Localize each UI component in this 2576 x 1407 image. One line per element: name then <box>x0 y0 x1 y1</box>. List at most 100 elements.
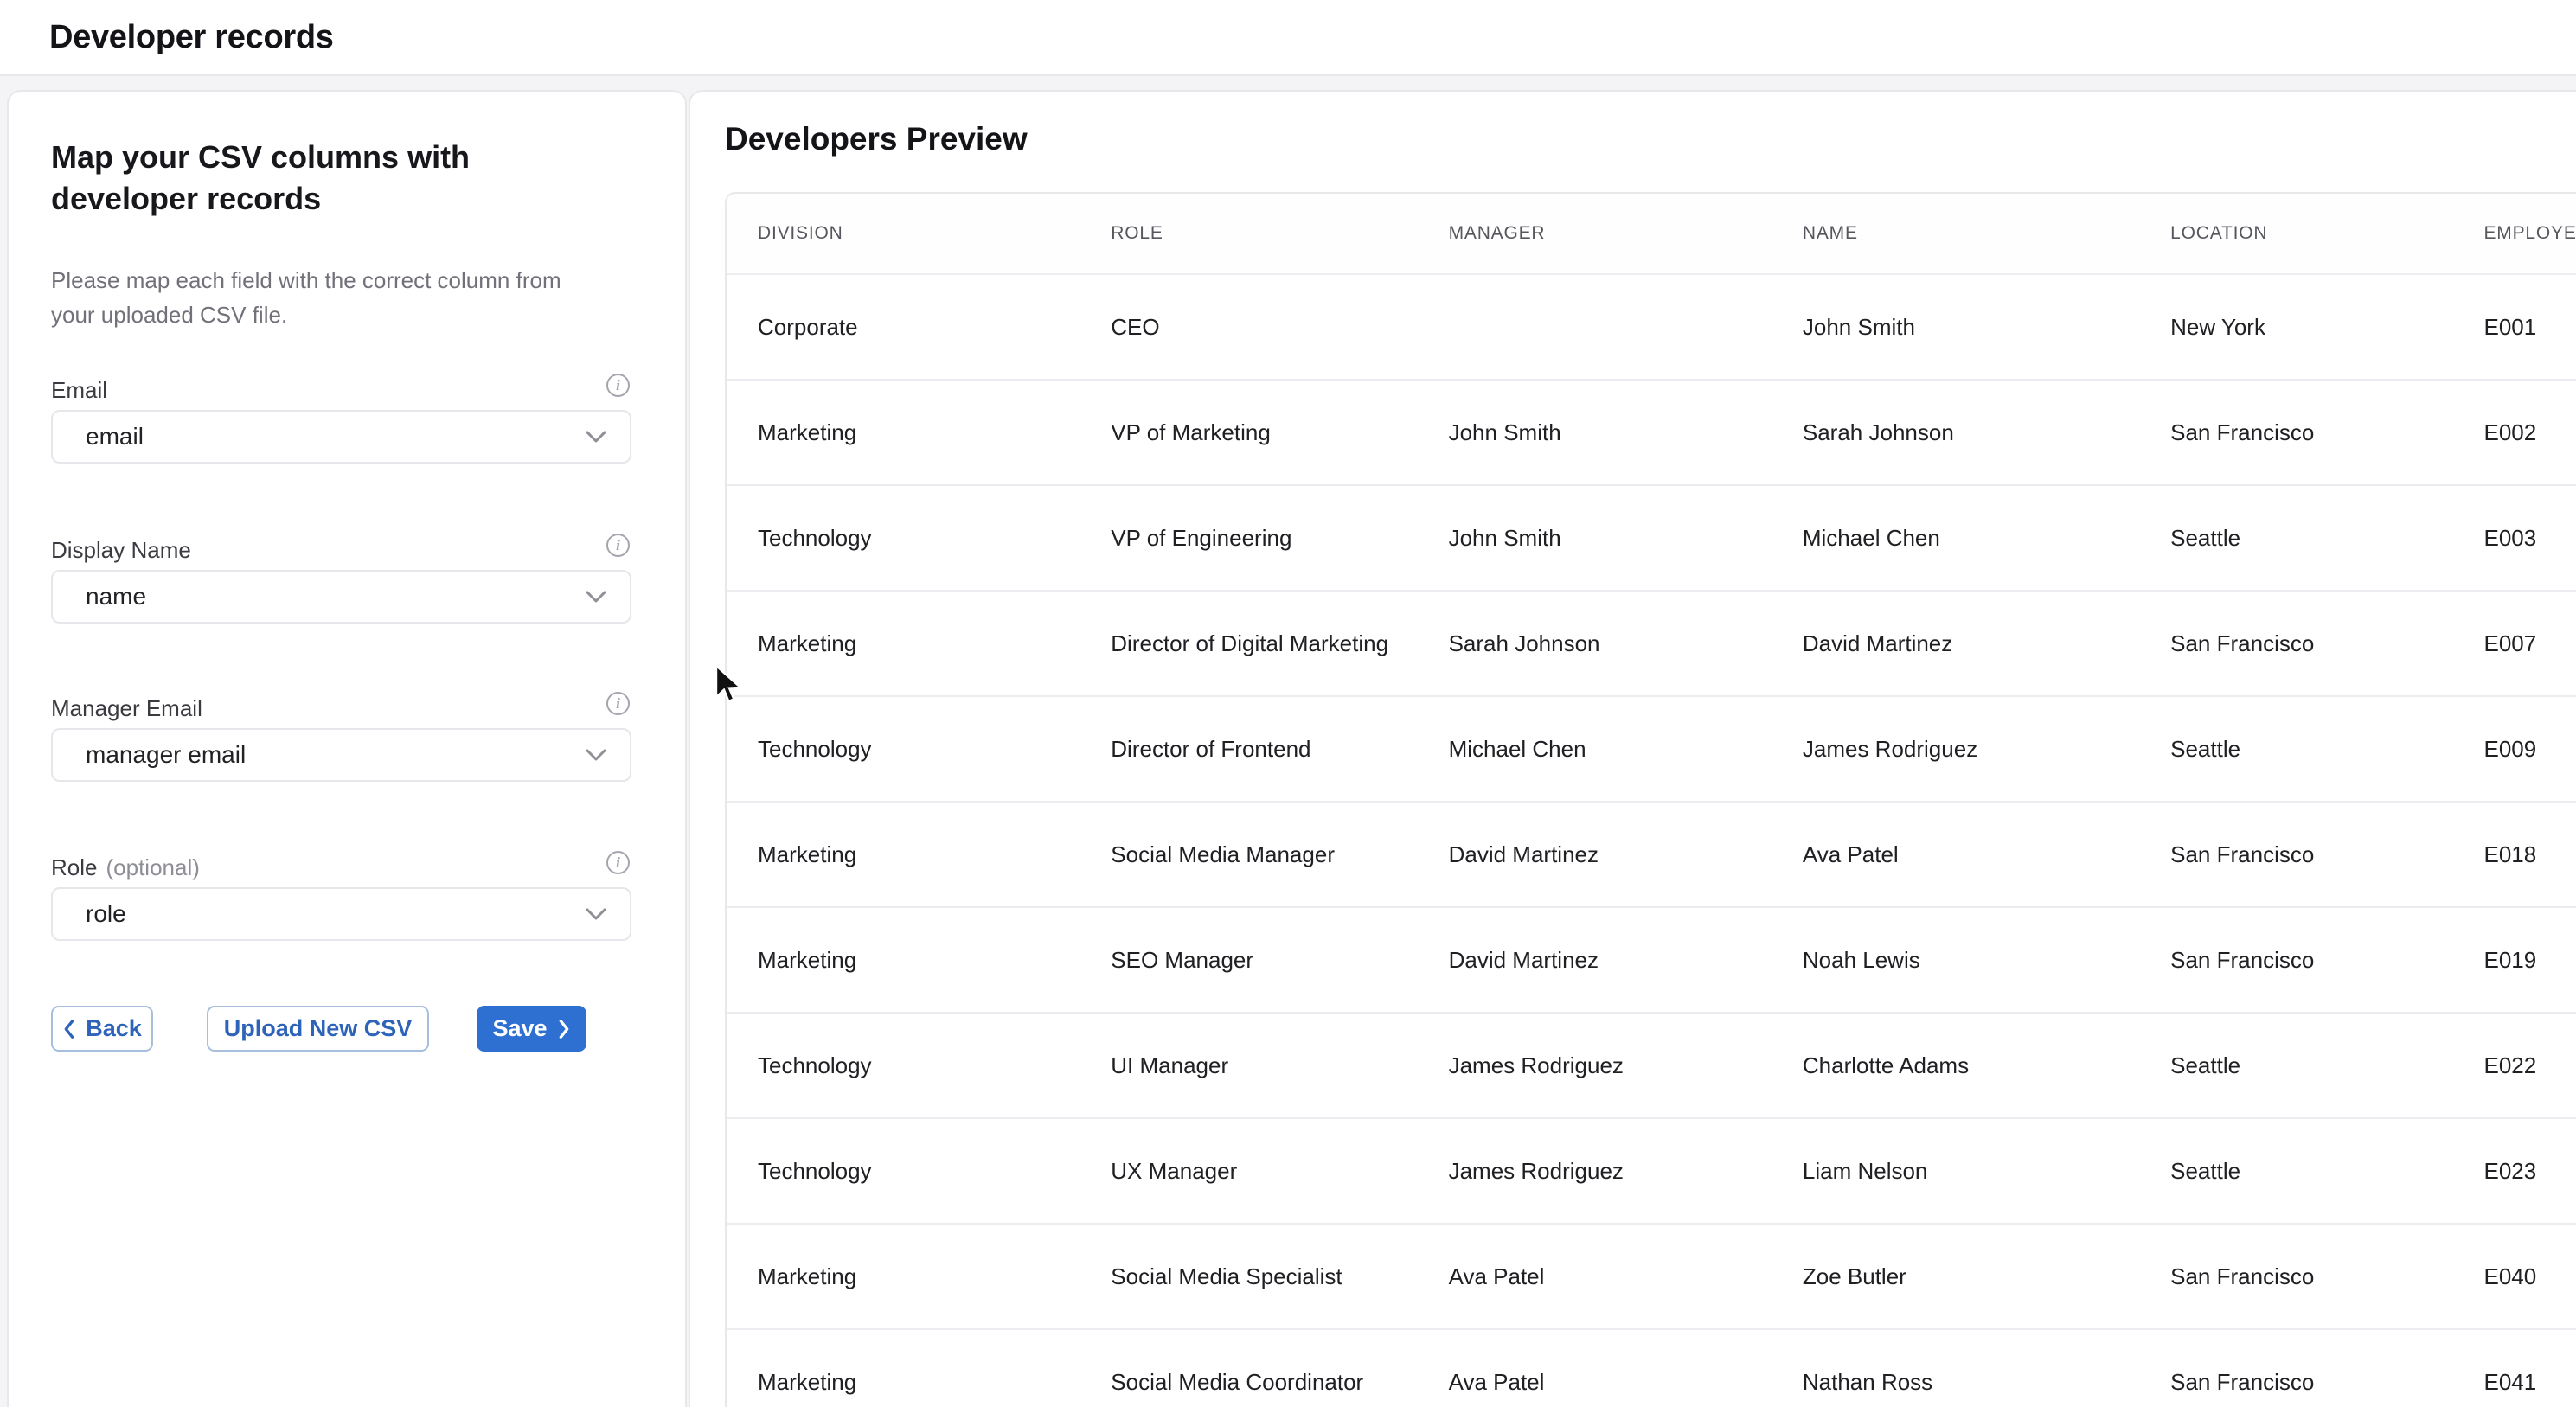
cell-name: James Rodriguez <box>1772 736 2139 763</box>
cell-manager: James Rodriguez <box>1418 1158 1772 1185</box>
cell-manager: Michael Chen <box>1418 736 1772 763</box>
cell-name: Nathan Ross <box>1772 1369 2139 1396</box>
cell-role: VP of Marketing <box>1080 419 1417 446</box>
chevron-down-icon <box>585 590 607 604</box>
field-label: Display Name <box>51 537 631 564</box>
cell-employee-id: E003 <box>2453 525 2576 552</box>
table-row: Technology UI Manager James Rodriguez Ch… <box>727 1012 2576 1117</box>
chevron-right-icon <box>558 1019 571 1039</box>
cell-division: Marketing <box>727 841 1080 868</box>
select-value: email <box>86 423 144 451</box>
csv-mapping-panel: Map your CSV columns with developer reco… <box>7 90 687 1407</box>
chevron-down-icon <box>585 907 607 921</box>
cell-division: Technology <box>727 1052 1080 1079</box>
cell-name: Ava Patel <box>1772 841 2139 868</box>
cell-division: Technology <box>727 736 1080 763</box>
cell-name: John Smith <box>1772 314 2139 341</box>
cell-role: Social Media Coordinator <box>1080 1369 1417 1396</box>
preview-heading: Developers Preview <box>725 121 1028 157</box>
table-row: Marketing Social Media Manager David Mar… <box>727 801 2576 906</box>
table-row: Technology Director of Frontend Michael … <box>727 695 2576 801</box>
column-header-location: LOCATION <box>2139 223 2452 244</box>
info-icon[interactable]: i <box>606 692 630 715</box>
cell-role: Social Media Manager <box>1080 841 1417 868</box>
display-name-column-select[interactable]: name <box>51 570 631 624</box>
back-button[interactable]: Back <box>51 1006 153 1052</box>
cell-role: UI Manager <box>1080 1052 1417 1079</box>
app-root: Developer records Map your CSV columns w… <box>0 0 2576 1407</box>
field-label-text: Display Name <box>51 537 191 564</box>
cell-location: Seattle <box>2139 1052 2452 1079</box>
action-button-row: Back Upload New CSV Save <box>51 1006 586 1052</box>
cell-division: Marketing <box>727 1263 1080 1290</box>
info-icon[interactable]: i <box>606 374 630 397</box>
back-button-label: Back <box>86 1015 142 1042</box>
optional-tag: (optional) <box>106 854 199 881</box>
mouse-cursor <box>714 664 744 706</box>
table-row: Marketing SEO Manager David Martinez Noa… <box>727 906 2576 1012</box>
cell-employee-id: E040 <box>2453 1263 2576 1290</box>
cell-employee-id: E002 <box>2453 419 2576 446</box>
manager-email-column-select[interactable]: manager email <box>51 728 631 782</box>
cell-name: Zoe Butler <box>1772 1263 2139 1290</box>
cell-manager: David Martinez <box>1418 841 1772 868</box>
table-row: Marketing Social Media Specialist Ava Pa… <box>727 1223 2576 1328</box>
cell-manager: Sarah Johnson <box>1418 630 1772 657</box>
role-column-select[interactable]: role <box>51 887 631 941</box>
field-label: Email <box>51 377 631 404</box>
cell-role: UX Manager <box>1080 1158 1417 1185</box>
cell-location: San Francisco <box>2139 947 2452 974</box>
table-row: Corporate CEO John Smith New York E001 <box>727 273 2576 379</box>
chevron-down-icon <box>585 430 607 444</box>
cell-division: Marketing <box>727 947 1080 974</box>
table-header-row: DIVISION ROLE MANAGER NAME LOCATION EMPL… <box>727 194 2576 273</box>
cell-manager: Ava Patel <box>1418 1263 1772 1290</box>
cell-name: Noah Lewis <box>1772 947 2139 974</box>
field-group-manager-email: Manager Email i manager email <box>51 695 631 808</box>
field-label-text: Role <box>51 854 97 881</box>
field-label: Role (optional) <box>51 854 631 881</box>
save-button[interactable]: Save <box>477 1006 586 1052</box>
cell-role: Director of Digital Marketing <box>1080 630 1417 657</box>
cell-role: Social Media Specialist <box>1080 1263 1417 1290</box>
cell-name: David Martinez <box>1772 630 2139 657</box>
field-label-text: Manager Email <box>51 695 202 722</box>
table-row: Technology VP of Engineering John Smith … <box>727 484 2576 590</box>
cell-role: CEO <box>1080 314 1417 341</box>
field-group-display-name: Display Name i name <box>51 537 631 649</box>
info-icon[interactable]: i <box>606 851 630 874</box>
column-header-name: NAME <box>1772 223 2139 244</box>
info-icon[interactable]: i <box>606 534 630 557</box>
upload-button-label: Upload New CSV <box>224 1015 413 1042</box>
cell-manager: John Smith <box>1418 525 1772 552</box>
cell-name: Sarah Johnson <box>1772 419 2139 446</box>
chevron-left-icon <box>62 1019 75 1039</box>
cell-division: Marketing <box>727 419 1080 446</box>
cell-employee-id: E001 <box>2453 314 2576 341</box>
column-header-employee-id: EMPLOYEE ID <box>2453 223 2576 244</box>
upload-new-csv-button[interactable]: Upload New CSV <box>207 1006 429 1052</box>
cell-location: San Francisco <box>2139 841 2452 868</box>
select-value: manager email <box>86 741 246 769</box>
column-header-role: ROLE <box>1080 223 1417 244</box>
table-row: Marketing Social Media Coordinator Ava P… <box>727 1328 2576 1407</box>
save-button-label: Save <box>492 1015 547 1042</box>
table-row: Technology UX Manager James Rodriguez Li… <box>727 1117 2576 1223</box>
cell-location: San Francisco <box>2139 1369 2452 1396</box>
mapping-heading: Map your CSV columns with developer reco… <box>51 137 570 220</box>
column-header-manager: MANAGER <box>1418 223 1772 244</box>
email-column-select[interactable]: email <box>51 410 631 464</box>
top-bar: Developer records <box>0 0 2576 76</box>
cell-role: VP of Engineering <box>1080 525 1417 552</box>
cell-division: Corporate <box>727 314 1080 341</box>
field-group-role: Role (optional) i role <box>51 854 631 967</box>
cell-manager: David Martinez <box>1418 947 1772 974</box>
cell-name: Charlotte Adams <box>1772 1052 2139 1079</box>
cell-manager: Ava Patel <box>1418 1369 1772 1396</box>
cell-employee-id: E018 <box>2453 841 2576 868</box>
cell-role: Director of Frontend <box>1080 736 1417 763</box>
cell-employee-id: E019 <box>2453 947 2576 974</box>
cell-employee-id: E007 <box>2453 630 2576 657</box>
cell-location: San Francisco <box>2139 419 2452 446</box>
select-value: name <box>86 583 146 611</box>
